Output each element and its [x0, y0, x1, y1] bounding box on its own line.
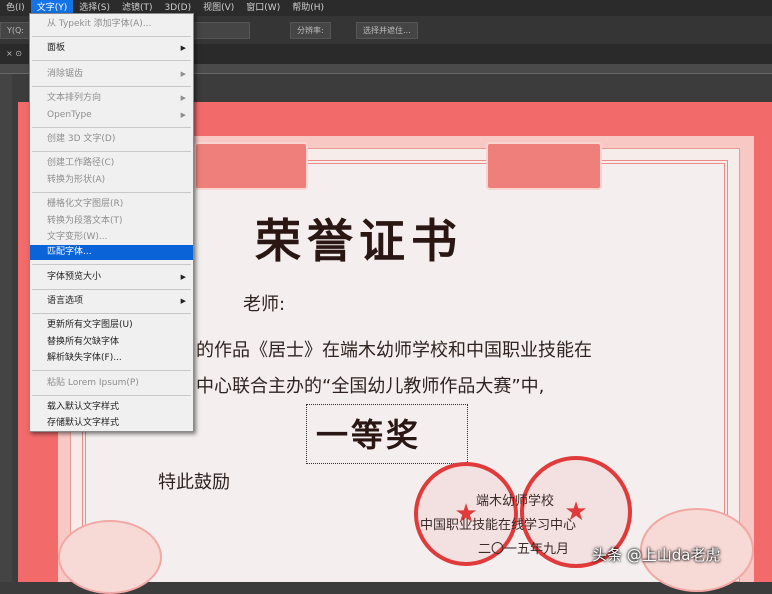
- closing-text: 特此鼓励: [158, 472, 230, 493]
- menu-item-text-orientation[interactable]: 文本排列方向 ▶: [30, 91, 193, 106]
- menu-item-warp-text[interactable]: 文字变形(W)...: [30, 230, 193, 245]
- watermark-text: 头条 @上山da老虎: [592, 546, 721, 564]
- menu-item-create-work-path[interactable]: 创建工作路径(C): [30, 156, 193, 171]
- menu-item-convert-to-shape[interactable]: 转换为形状(A): [30, 173, 193, 188]
- menu-item-paste-lorem-ipsum[interactable]: 粘贴 Lorem Ipsum(P): [30, 376, 193, 391]
- select-and-mask-button[interactable]: 选择并遮住...: [356, 22, 418, 39]
- issuer-center: 中国职业技能在线学习中心: [420, 518, 577, 533]
- menu-item-opentype[interactable]: OpenType ▶: [30, 108, 193, 123]
- text-menu-dropdown: 从 Typekit 添加字体(A)... 面板 ▶ 消除锯齿 ▶ 文本排列方向 ▶ O…: [29, 13, 194, 432]
- width-field[interactable]: [190, 22, 250, 39]
- menu-item-match-font[interactable]: 匹配字体...: [30, 245, 193, 260]
- certificate-line-2: 中心联合主办的“全国幼儿教师作品大赛”中,: [196, 376, 545, 397]
- menu-separator: [32, 36, 191, 37]
- menu-help[interactable]: 帮助(H): [286, 0, 330, 16]
- issue-date: 二〇一五年九月: [478, 542, 570, 557]
- menu-item-panels[interactable]: 面板 ▶: [30, 41, 193, 56]
- submenu-arrow-icon: ▶: [180, 111, 186, 119]
- menu-item-update-all-text-layers[interactable]: 更新所有文字图层(U): [30, 318, 193, 333]
- recipient-label: 老师:: [243, 294, 286, 315]
- menu-item-anti-aliasing[interactable]: 消除锯齿 ▶: [30, 67, 193, 82]
- menu-view[interactable]: 视图(V): [197, 0, 240, 16]
- submenu-arrow-icon: ▶: [180, 44, 186, 52]
- ornament-left: [194, 142, 308, 190]
- menu-separator: [32, 86, 191, 87]
- menu-color[interactable]: 色(I): [0, 0, 31, 16]
- menu-item-save-default-type-styles[interactable]: 存储默认文字样式: [30, 416, 193, 431]
- menu-item-resolve-missing-fonts[interactable]: 解析缺失字体(F)...: [30, 351, 193, 366]
- menu-item-rasterize-type-layer[interactable]: 栅格化文字图层(R): [30, 197, 193, 212]
- menu-window[interactable]: 窗口(W): [240, 0, 286, 16]
- submenu-arrow-icon: ▶: [180, 70, 186, 78]
- certificate-title: 荣誉证书: [255, 214, 463, 268]
- menu-item-convert-to-paragraph-text[interactable]: 转换为段落文本(T): [30, 214, 193, 229]
- submenu-arrow-icon: ▶: [180, 94, 186, 102]
- tool-prefix-field[interactable]: Y(Q:: [0, 22, 31, 39]
- menu-separator: [32, 289, 191, 290]
- vertical-ruler: [0, 74, 12, 582]
- menu-item-add-typekit-fonts[interactable]: 从 Typekit 添加字体(A)...: [30, 17, 193, 32]
- certificate-line-1: 的作品《居士》在端木幼师学校和中国职业技能在: [196, 340, 592, 361]
- award-text[interactable]: 一等奖: [316, 410, 421, 456]
- menu-item-font-preview-size[interactable]: 字体预览大小 ▶: [30, 270, 193, 285]
- menu-separator: [32, 151, 191, 152]
- flower-decoration-left: [58, 520, 162, 594]
- menu-item-language-options[interactable]: 语言选项 ▶: [30, 294, 193, 309]
- menu-separator: [32, 313, 191, 314]
- menu-item-create-3d-text[interactable]: 创建 3D 文字(D): [30, 132, 193, 147]
- menu-item-replace-missing-fonts[interactable]: 替换所有欠缺字体: [30, 335, 193, 350]
- ornament-right: [486, 142, 602, 190]
- menu-separator: [32, 60, 191, 61]
- menu-separator: [32, 192, 191, 193]
- document-tab[interactable]: × ⊙: [0, 46, 28, 62]
- resolution-field[interactable]: 分辨率:: [290, 22, 331, 39]
- submenu-arrow-icon: ▶: [180, 273, 186, 281]
- menu-separator: [32, 395, 191, 396]
- submenu-arrow-icon: ▶: [180, 297, 186, 305]
- menu-separator: [32, 370, 191, 371]
- issuer-school: 端木幼师学校: [476, 494, 555, 509]
- menu-separator: [32, 127, 191, 128]
- menu-separator: [32, 264, 191, 265]
- menu-item-load-default-type-styles[interactable]: 载入默认文字样式: [30, 400, 193, 415]
